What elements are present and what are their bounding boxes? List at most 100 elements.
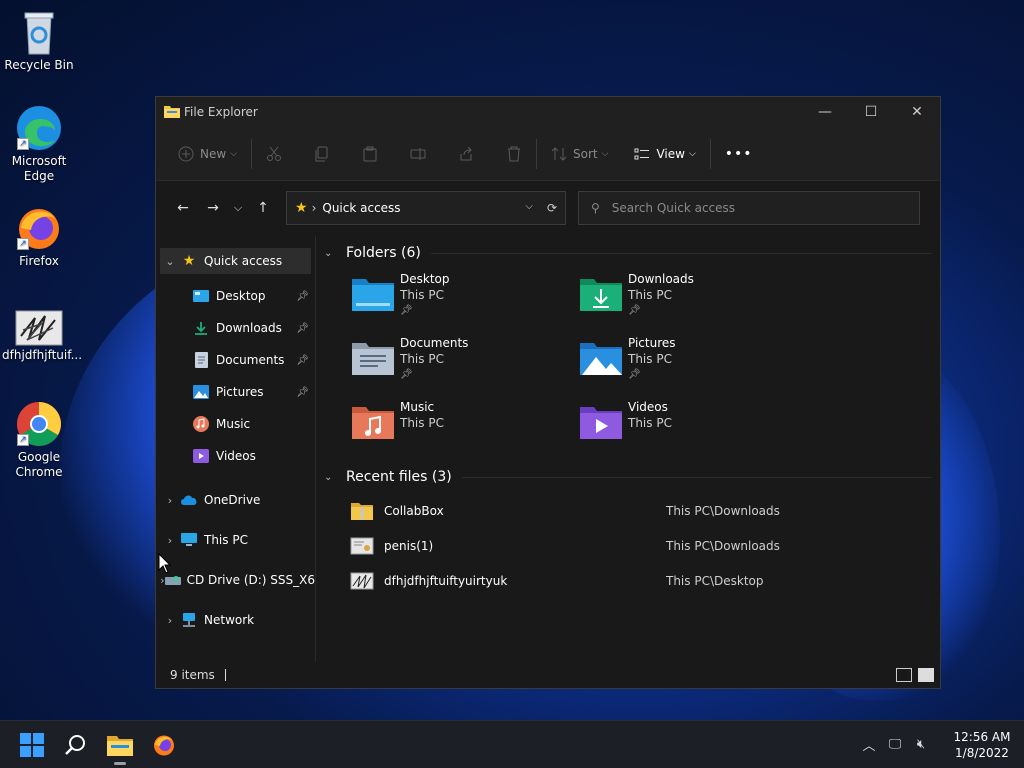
folders-grid: Desktop This PC 📌︎ Downloads This PC 📌︎ xyxy=(324,271,932,455)
firefox-icon: ↗ xyxy=(15,204,63,252)
chevron-down-icon: ⌵ xyxy=(233,201,243,214)
share-button[interactable] xyxy=(450,138,482,170)
address-dropdown-button[interactable]: ⌵ xyxy=(525,201,533,215)
file-explorer-window: File Explorer — ☐ ✕ New ⌵ Sort ⌵ View ⌵ … xyxy=(155,96,941,689)
up-button[interactable]: ↑ xyxy=(248,193,278,223)
address-bar[interactable]: ★ › Quick access ⌵ ⟳ xyxy=(286,191,566,225)
computer-icon xyxy=(180,532,198,548)
clock[interactable]: 12:56 AM 1/8/2022 xyxy=(940,729,1024,761)
sidebar-item-label: This PC xyxy=(204,533,248,547)
search-button[interactable] xyxy=(54,723,98,767)
refresh-button[interactable]: ⟳ xyxy=(547,201,557,215)
sidebar-item-documents[interactable]: Documents 📌︎ xyxy=(156,344,315,376)
maximize-button[interactable]: ☐ xyxy=(848,97,894,127)
folder-tile-desktop[interactable]: Desktop This PC 📌︎ xyxy=(350,271,578,327)
forward-button[interactable]: → xyxy=(198,193,228,223)
sidebar-item-music[interactable]: Music xyxy=(156,408,315,440)
clock-date: 1/8/2022 xyxy=(955,745,1009,760)
recent-file-row[interactable]: dfhjdfhjftuiftyuirtyuk This PC\Desktop xyxy=(324,563,932,598)
folder-location: This PC xyxy=(628,352,672,366)
chevron-down-icon: ⌵ xyxy=(230,148,238,159)
sidebar-item-videos[interactable]: Videos xyxy=(156,440,315,472)
show-hidden-icons-button[interactable]: ︿ xyxy=(856,735,882,754)
recycle-bin-icon xyxy=(15,8,63,56)
pin-icon: 📌︎ xyxy=(296,322,309,334)
search-input[interactable] xyxy=(611,201,892,215)
desktop-icon-firefox[interactable]: ↗ Firefox xyxy=(2,204,76,269)
desktop-icon-recycle-bin[interactable]: Recycle Bin xyxy=(2,8,76,73)
recent-file-location: This PC\Downloads xyxy=(666,538,780,553)
divider xyxy=(430,252,932,254)
tiles-view-button[interactable] xyxy=(918,668,934,682)
sidebar-item-downloads[interactable]: Downloads 📌︎ xyxy=(156,312,315,344)
taskbar-firefox[interactable] xyxy=(142,723,186,767)
scissors-icon xyxy=(267,146,282,161)
title-bar[interactable]: File Explorer — ☐ ✕ xyxy=(156,97,940,127)
folder-tile-pictures[interactable]: Pictures This PC 📌︎ xyxy=(578,335,806,391)
chevron-right-icon: › xyxy=(167,493,173,507)
document-icon xyxy=(192,352,210,368)
recent-file-row[interactable]: penis(1) This PC\Downloads xyxy=(324,528,932,563)
new-button[interactable]: New ⌵ xyxy=(170,138,245,170)
start-button[interactable] xyxy=(10,723,54,767)
cut-button[interactable] xyxy=(258,138,290,170)
shortcut-arrow-icon: ↗ xyxy=(17,434,29,446)
sort-button[interactable]: Sort ⌵ xyxy=(543,138,616,170)
recent-locations-button[interactable]: ⌵ xyxy=(228,193,248,223)
desktop-icon-image-file[interactable]: dfhjdfhjftuif... xyxy=(2,310,82,363)
sidebar-item-network[interactable]: › Network xyxy=(156,600,315,640)
desktop-icon-chrome[interactable]: ↗ Google Chrome xyxy=(2,400,76,480)
recent-file-location: This PC\Desktop xyxy=(666,573,764,588)
file-explorer-icon xyxy=(107,735,133,756)
search-box[interactable]: ⚲ xyxy=(578,191,920,225)
chevron-down-icon: ⌄ xyxy=(324,471,333,483)
recent-files-section-header[interactable]: ⌄ Recent files (3) xyxy=(324,463,932,491)
sidebar-item-quick-access[interactable]: ⌄ ★ Quick access xyxy=(160,248,311,274)
navigation-bar: ← → ⌵ ↑ ★ › Quick access ⌵ ⟳ ⚲ xyxy=(156,181,940,235)
folder-tile-music[interactable]: Music This PC xyxy=(350,399,578,455)
minimize-button[interactable]: — xyxy=(802,97,848,127)
folder-location: This PC xyxy=(628,416,672,430)
network-icon xyxy=(180,612,198,628)
folder-name: Pictures xyxy=(628,336,676,350)
recent-file-row[interactable]: CollabBox This PC\Downloads xyxy=(324,493,932,528)
network-status-icon[interactable]: 🖵︎ xyxy=(882,737,908,752)
sidebar-item-pictures[interactable]: Pictures 📌︎ xyxy=(156,376,315,408)
folders-section-header[interactable]: ⌄ Folders (6) xyxy=(324,239,932,267)
copy-button[interactable] xyxy=(306,138,338,170)
view-button[interactable]: View ⌵ xyxy=(626,138,703,170)
desktop-icon-label: Google Chrome xyxy=(15,450,63,479)
more-options-button[interactable]: ••• xyxy=(717,138,761,170)
new-label: New xyxy=(200,146,227,161)
pin-icon: 📌︎ xyxy=(400,369,413,380)
rename-button[interactable] xyxy=(402,138,434,170)
volume-muted-icon[interactable]: 🔇︎ xyxy=(908,737,934,752)
divider xyxy=(251,138,253,169)
sidebar-item-this-pc[interactable]: › This PC xyxy=(156,520,315,560)
delete-button[interactable] xyxy=(498,138,530,170)
details-view-button[interactable] xyxy=(896,668,912,682)
system-tray: ︿ 🖵︎ 🔇︎ 12:56 AM 1/8/2022 xyxy=(856,721,1024,768)
sidebar-item-cd-drive[interactable]: › CD Drive (D:) SSS_X6 xyxy=(156,560,315,600)
folder-tile-downloads[interactable]: Downloads This PC 📌︎ xyxy=(578,271,806,327)
folder-name: Videos xyxy=(628,400,668,414)
star-icon: ★ xyxy=(295,200,308,216)
folder-name: Desktop xyxy=(400,272,450,286)
paste-button[interactable] xyxy=(354,138,386,170)
sidebar-item-desktop[interactable]: Desktop 📌︎ xyxy=(156,280,315,312)
recent-file-name: penis(1) xyxy=(384,538,434,553)
maximize-icon: ☐ xyxy=(864,104,878,120)
folder-tile-videos[interactable]: Videos This PC xyxy=(578,399,806,455)
sidebar-item-label: Pictures xyxy=(216,385,264,399)
taskbar-file-explorer[interactable] xyxy=(98,723,142,767)
chevron-right-icon: › xyxy=(167,533,173,547)
close-button[interactable]: ✕ xyxy=(894,97,940,127)
back-button[interactable]: ← xyxy=(168,193,198,223)
breadcrumb-quick-access[interactable]: Quick access xyxy=(322,201,400,215)
folders-heading: Folders (6) xyxy=(346,245,421,261)
clock-time: 12:56 AM xyxy=(953,729,1011,744)
folder-tile-documents[interactable]: Documents This PC 📌︎ xyxy=(350,335,578,391)
sidebar-item-onedrive[interactable]: › OneDrive xyxy=(156,480,315,520)
image-thumbnail-icon xyxy=(15,310,63,346)
desktop-icon-edge[interactable]: ↗ Microsoft Edge xyxy=(2,104,76,184)
